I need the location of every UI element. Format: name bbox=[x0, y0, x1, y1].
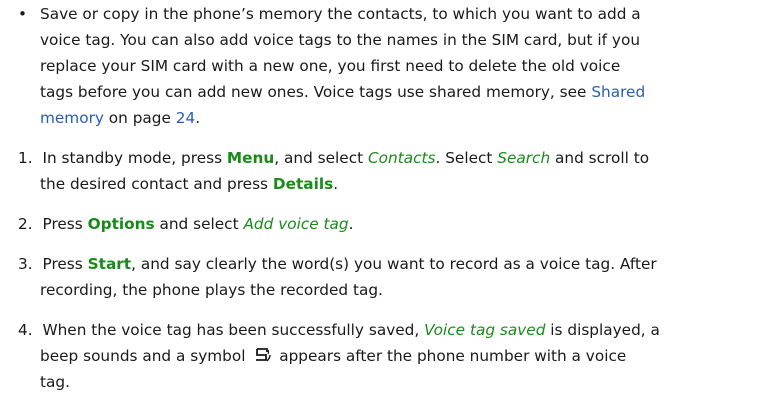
contacts-menu-item: Contacts bbox=[367, 149, 436, 167]
step-text: In standby mode, press bbox=[42, 149, 227, 167]
step-3-line-1: 3. Press Start, and say clearly the word… bbox=[18, 252, 657, 276]
step-text: . bbox=[333, 175, 339, 193]
add-voice-tag-item: Add voice tag bbox=[243, 215, 349, 233]
step-text: Press bbox=[42, 215, 88, 233]
page-24-link[interactable]: 24 bbox=[176, 109, 195, 127]
step-text: recording, the phone plays the recorded … bbox=[40, 281, 383, 299]
step-1-line-2: the desired contact and press Details. bbox=[40, 172, 338, 196]
step-text: tag. bbox=[40, 373, 70, 391]
bullet-line-1: Save or copy in the phone’s memory the c… bbox=[40, 2, 641, 26]
step-4-line-3: tag. bbox=[40, 370, 70, 394]
bullet-line-5: memory on page 24. bbox=[40, 106, 200, 130]
step-number: 4. bbox=[18, 321, 33, 339]
bullet-text: on page bbox=[103, 109, 176, 127]
step-number: 2. bbox=[18, 215, 33, 233]
bullet-line-2: voice tag. You can also add voice tags t… bbox=[40, 28, 640, 52]
step-text: appears after the phone number with a vo… bbox=[274, 347, 627, 365]
voice-tag-saved-text: Voice tag saved bbox=[424, 321, 546, 339]
step-text: . bbox=[348, 215, 354, 233]
step-2-line-1: 2. Press Options and select Add voice ta… bbox=[18, 212, 354, 236]
bullet-text: . bbox=[195, 109, 201, 127]
bullet-text: tags before you can add new ones. Voice … bbox=[40, 83, 592, 101]
step-text: , and say clearly the word(s) you want t… bbox=[131, 255, 657, 273]
step-number: 3. bbox=[18, 255, 33, 273]
step-number: 1. bbox=[18, 149, 33, 167]
step-text: Press bbox=[42, 255, 88, 273]
search-menu-item: Search bbox=[497, 149, 551, 167]
details-key: Details bbox=[272, 175, 334, 193]
step-3-line-2: recording, the phone plays the recorded … bbox=[40, 278, 383, 302]
step-text: the desired contact and press bbox=[40, 175, 273, 193]
step-4-line-2: beep sounds and a symbol appears after t… bbox=[40, 344, 626, 372]
step-text: , and select bbox=[274, 149, 368, 167]
step-text: beep sounds and a symbol bbox=[40, 347, 251, 365]
options-key: Options bbox=[87, 215, 155, 233]
bullet-text: replace your SIM card with a new one, yo… bbox=[40, 57, 621, 75]
bullet-marker: • bbox=[18, 5, 28, 23]
step-4-line-1: 4. When the voice tag has been successfu… bbox=[18, 318, 660, 342]
step-text: and select bbox=[154, 215, 244, 233]
step-text: is displayed, a bbox=[545, 321, 660, 339]
step-text: and scroll to bbox=[550, 149, 650, 167]
bullet-line-3: replace your SIM card with a new one, yo… bbox=[40, 54, 620, 78]
voice-tag-icon bbox=[252, 347, 272, 372]
step-text: . Select bbox=[435, 149, 498, 167]
bullet-text: voice tag. You can also add voice tags t… bbox=[40, 31, 641, 49]
manual-page: • Save or copy in the phone’s memory the… bbox=[0, 0, 762, 413]
step-1-line-1: 1. In standby mode, press Menu, and sele… bbox=[18, 146, 649, 170]
bullet-text: Save or copy in the phone’s memory the c… bbox=[40, 5, 641, 23]
shared-memory-link-cont[interactable]: memory bbox=[40, 109, 104, 127]
bullet-line-4: tags before you can add new ones. Voice … bbox=[40, 80, 645, 104]
step-text: When the voice tag has been successfully… bbox=[42, 321, 425, 339]
menu-key: Menu bbox=[226, 149, 275, 167]
shared-memory-link[interactable]: Shared bbox=[591, 83, 645, 101]
start-key: Start bbox=[87, 255, 132, 273]
